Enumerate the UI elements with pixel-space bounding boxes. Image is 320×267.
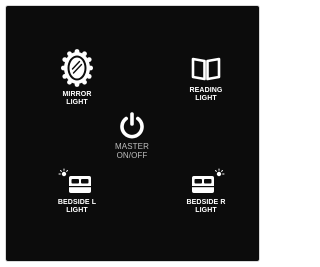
control-panel: MIRROR LIGHT READING LIGHT MASTER ON/OFF <box>6 6 259 261</box>
master-label-line1: MASTER <box>115 142 149 151</box>
bed-lamp-left-icon <box>57 168 97 196</box>
reading-light-label-line2: LIGHT <box>195 95 217 102</box>
bed-lamp-right-icon <box>186 168 226 196</box>
bedside-right-light-button[interactable]: BEDSIDE R LIGHT <box>171 168 241 215</box>
bedside-left-label-line2: LIGHT <box>66 207 88 214</box>
book-icon <box>189 54 223 84</box>
power-icon <box>117 110 147 140</box>
mirror-light-label-line1: MIRROR <box>62 91 92 98</box>
bedside-right-label-line2: LIGHT <box>195 207 217 214</box>
master-label-line2: ON/OFF <box>116 151 148 160</box>
mirror-light-button[interactable]: MIRROR LIGHT <box>42 48 112 107</box>
reading-light-button[interactable]: READING LIGHT <box>171 54 241 103</box>
bedside-left-light-button[interactable]: BEDSIDE L LIGHT <box>42 168 112 215</box>
reading-light-label-line1: READING <box>189 87 223 94</box>
master-power-button[interactable]: MASTER ON/OFF <box>97 110 167 160</box>
mirror-light-label-line2: LIGHT <box>66 99 88 106</box>
bedside-right-label-line1: BEDSIDE R <box>186 199 226 206</box>
mirror-icon <box>59 48 95 88</box>
bedside-left-label-line1: BEDSIDE L <box>57 199 97 206</box>
